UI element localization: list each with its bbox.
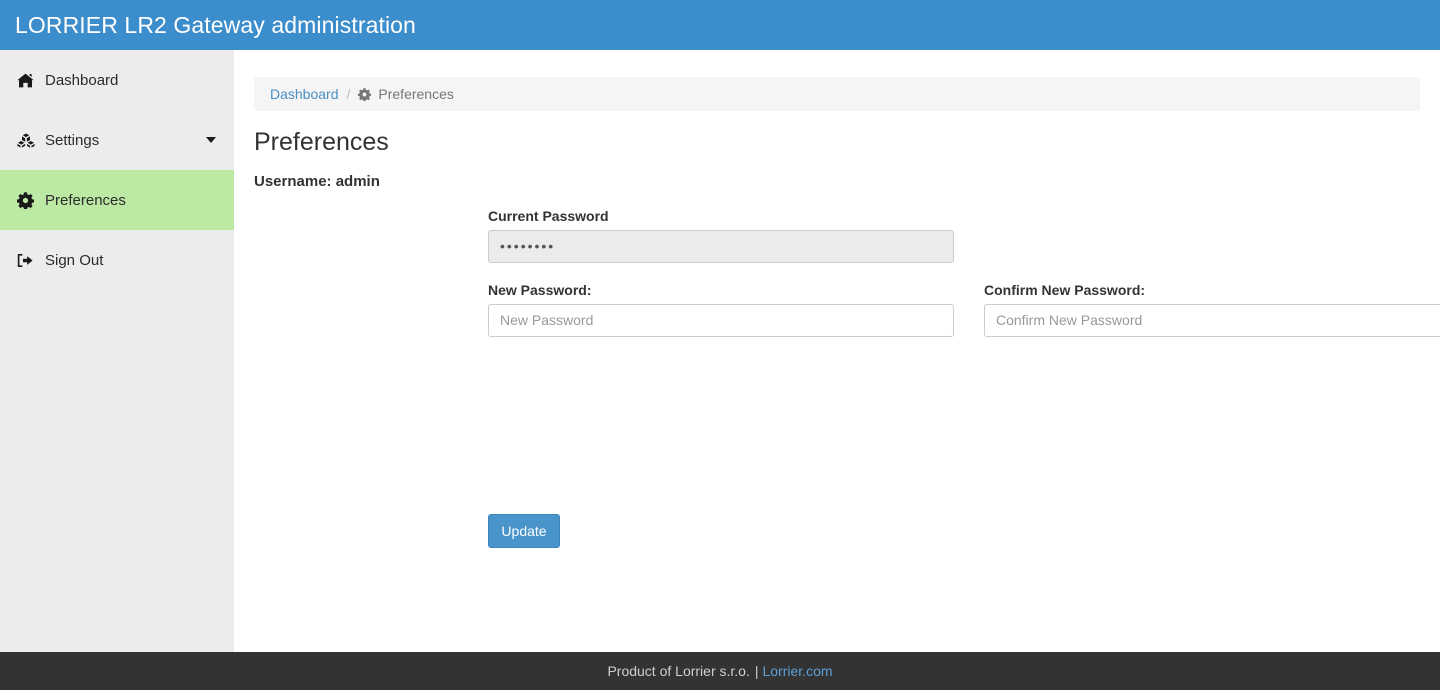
footer-text: Product of Lorrier s.r.o. [607,663,750,679]
sidebar-item-sign-out[interactable]: Sign Out [0,230,234,290]
breadcrumb: Dashboard / Preferences [254,77,1420,111]
app-header: LORRIER LR2 Gateway administration [0,0,1440,50]
app-title: LORRIER LR2 Gateway administration [15,11,416,38]
sidebar-item-label: Settings [45,131,100,149]
update-button[interactable]: Update [488,513,560,548]
sidebar-item-preferences[interactable]: Preferences [0,170,234,230]
sidebar-item-settings[interactable]: Settings [0,110,234,170]
confirm-new-password-label: Confirm New Password: [984,281,1146,298]
gear-icon [358,87,372,101]
sidebar-item-label: Dashboard [45,71,119,89]
sidebar: Dashboard Settings Preferences Sign Out [0,50,234,652]
home-icon [17,73,43,88]
cubes-icon [17,133,43,148]
gear-icon [17,191,43,209]
new-password-input[interactable] [488,303,954,337]
sidebar-item-dashboard[interactable]: Dashboard [0,50,234,110]
confirm-new-password-group: Confirm New Password: [984,282,1440,337]
current-password-input[interactable] [488,229,954,263]
breadcrumb-separator: / [346,86,351,102]
page-footer: Product of Lorrier s.r.o. | Lorrier.com [0,652,1440,690]
page-title: Preferences [254,128,389,156]
sidebar-item-label: Preferences [45,191,126,209]
confirm-new-password-input[interactable] [984,303,1440,337]
current-password-group: Current Password [488,208,954,263]
breadcrumb-current: Preferences [378,86,454,102]
new-password-label: New Password: [488,281,592,298]
main-content: Dashboard / Preferences Preferences User… [234,50,1440,652]
current-password-label: Current Password [488,207,609,224]
new-password-group: New Password: [488,282,954,337]
footer-link-lorrier[interactable]: Lorrier.com [763,663,833,679]
breadcrumb-link-dashboard[interactable]: Dashboard [270,86,339,102]
chevron-down-icon[interactable] [206,137,216,143]
footer-separator: | [754,663,759,679]
username-line: Username: admin [254,172,380,190]
app-root: LORRIER LR2 Gateway administration Dashb… [0,0,1440,690]
sidebar-nav-list: Dashboard Settings Preferences Sign Out [0,50,234,290]
sign-out-icon [17,253,43,268]
sidebar-item-label: Sign Out [45,251,104,269]
